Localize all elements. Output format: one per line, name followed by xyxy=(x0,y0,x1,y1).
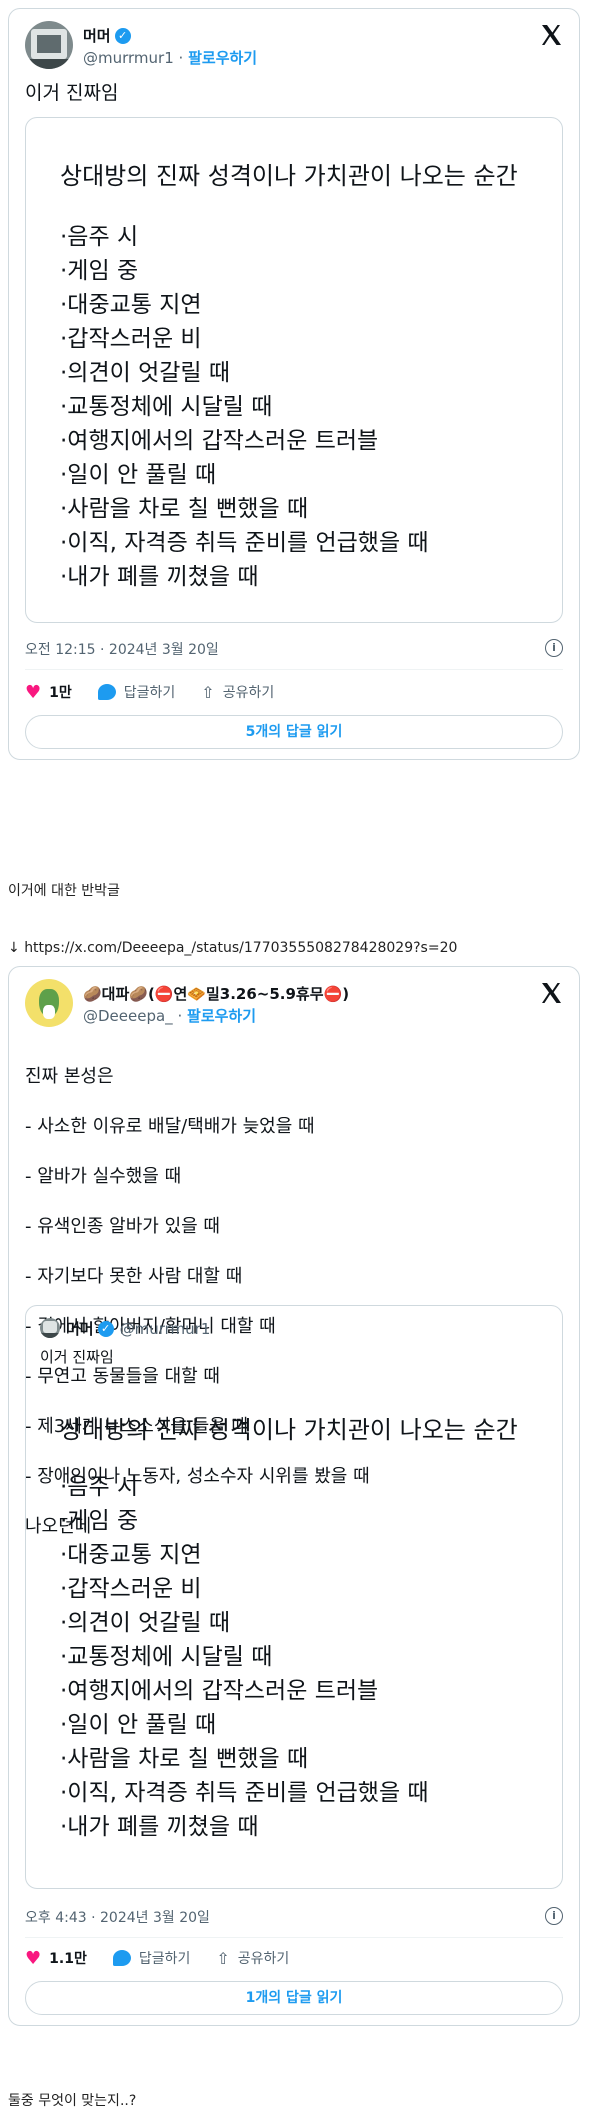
tweet-card-1: 머머 ✓ @murrmur1 · 팔로우하기 이거 진짜임 상대방의 진짜 성격… xyxy=(8,8,580,760)
down-arrow-icon: ↓ xyxy=(8,940,20,956)
author-handle-line: @Deeeepa_ · 팔로우하기 xyxy=(83,1007,257,1025)
quoted-text: 이거 진짜임 xyxy=(40,1348,114,1366)
reply-label: 답글하기 xyxy=(138,1951,191,1967)
image-list-item: ·일이 안 풀릴 때 xyxy=(60,1712,217,1738)
x-logo-icon[interactable] xyxy=(539,981,563,1005)
image-list-item: ·게임 중 xyxy=(60,258,139,284)
quoted-avatar xyxy=(40,1318,60,1338)
info-icon[interactable]: i xyxy=(545,639,563,657)
image-list-item: ·음주 시 xyxy=(60,1474,139,1500)
follow-button[interactable]: 팔로우하기 xyxy=(188,49,257,67)
image-list-item: ·이직, 자격증 취득 준비를 언급했을 때 xyxy=(60,530,429,556)
image-list: ·음주 시 ·게임 중 ·대중교통 지연 ·갑작스러운 비 ·의견이 엇갈릴 때… xyxy=(60,220,429,594)
image-list-item: ·사람을 차로 칠 뻔했을 때 xyxy=(60,1746,309,1772)
read-replies-button[interactable]: 1개의 답글 읽기 xyxy=(25,1981,563,2015)
tweet-text-line: 진짜 본성은 xyxy=(25,1066,114,1087)
caption-question: 둘중 무엇이 맞는지..? xyxy=(8,2093,137,2109)
reply-bubble-icon xyxy=(112,1950,131,1966)
author-name-line[interactable]: 🥔대파🥔(⛔연🧇밀3.26~5.9휴무⛔) xyxy=(83,983,349,1004)
image-list-item: ·교통정체에 시달릴 때 xyxy=(60,1644,273,1670)
image-list-item: ·일이 안 풀릴 때 xyxy=(60,462,217,488)
image-list-item: ·대중교통 지연 xyxy=(60,1542,202,1568)
image-list-item: ·내가 폐를 끼쳤을 때 xyxy=(60,564,259,590)
tweet-card-2: 🥔대파🥔(⛔연🧇밀3.26~5.9휴무⛔) @Deeeepa_ · 팔로우하기 … xyxy=(8,966,580,2026)
image-list-item: ·음주 시 xyxy=(60,224,139,250)
image-list: ·음주 시 ·게임 중 ·대중교통 지연 ·갑작스러운 비 ·의견이 엇갈릴 때… xyxy=(60,1470,429,1844)
share-button[interactable]: ⇧ 공유하기 xyxy=(216,1948,289,1968)
heart-icon: ♥ xyxy=(25,1947,42,1969)
divider xyxy=(25,669,563,670)
tweet-text-line: - 자기보다 못한 사람 대할 때 xyxy=(25,1266,243,1287)
read-replies-button[interactable]: 5개의 답글 읽기 xyxy=(25,715,563,749)
source-link-line: ↓ https://x.com/Deeeepa_/status/17703555… xyxy=(8,940,457,956)
author-handle[interactable]: @murrmur1 xyxy=(83,49,174,67)
tweet-text-line: - 사소한 이유로 배달/택배가 늦었을 때 xyxy=(25,1116,315,1137)
verified-badge-icon: ✓ xyxy=(114,27,131,44)
image-list-item: ·갑작스러운 비 xyxy=(60,326,202,352)
tweet-timestamp[interactable]: 오전 12:15 · 2024년 3월 20일 xyxy=(25,639,219,659)
tweet-text: 이거 진짜임 xyxy=(25,82,119,104)
quoted-author-handle: @murrmur1 xyxy=(119,1319,211,1338)
tweet-image[interactable]: 상대방의 진짜 성격이나 가치관이 나오는 순간 ·음주 시 ·게임 중 ·대중… xyxy=(25,117,563,623)
tweet-text-line: - 유색인종 알바가 있을 때 xyxy=(25,1216,220,1237)
share-button[interactable]: ⇧ 공유하기 xyxy=(201,682,274,702)
divider xyxy=(25,1937,563,1938)
tweet-header: 머머 ✓ @murrmur1 · 팔로우하기 xyxy=(25,21,563,73)
share-label: 공유하기 xyxy=(237,1951,290,1967)
image-list-item: ·갑작스러운 비 xyxy=(60,1576,202,1602)
avatar[interactable] xyxy=(25,21,73,69)
verified-badge-icon: ✓ xyxy=(97,1320,114,1337)
tweet-timestamp[interactable]: 오후 4:43 · 2024년 3월 20일 xyxy=(25,1907,210,1927)
tweet-actions: ♥ 1만 답글하기 ⇧ 공유하기 xyxy=(25,681,563,703)
author-handle[interactable]: @Deeeepa_ xyxy=(83,1007,173,1025)
image-list-item: ·대중교통 지연 xyxy=(60,292,202,318)
image-list-item: ·사람을 차로 칠 뻔했을 때 xyxy=(60,496,309,522)
author-name-line[interactable]: 머머 ✓ xyxy=(83,25,131,46)
image-list-item: ·게임 중 xyxy=(60,1508,139,1534)
avatar[interactable] xyxy=(25,979,73,1027)
caption-rebuttal: 이거에 대한 반박글 xyxy=(8,883,120,899)
reply-bubble-icon xyxy=(97,684,116,700)
quoted-author-name: 머머 xyxy=(66,1320,94,1338)
image-title: 상대방의 진짜 성격이나 가치관이 나오는 순간 xyxy=(60,1416,518,1444)
image-list-item: ·의견이 엇갈릴 때 xyxy=(60,1610,231,1636)
quoted-author-line: 머머 ✓ @murrmur1 xyxy=(66,1318,210,1339)
like-count: 1.1만 xyxy=(49,1951,87,1967)
share-icon: ⇧ xyxy=(201,682,215,702)
like-count: 1만 xyxy=(49,685,72,701)
like-button[interactable]: ♥ 1.1만 xyxy=(25,1948,87,1969)
heart-icon: ♥ xyxy=(25,681,42,703)
reply-button[interactable]: 답글하기 xyxy=(112,1948,191,1968)
image-list-item: ·여행지에서의 갑작스러운 트러블 xyxy=(60,428,379,454)
share-label: 공유하기 xyxy=(222,685,275,701)
follow-button[interactable]: 팔로우하기 xyxy=(187,1007,256,1025)
author-handle-line: @murrmur1 · 팔로우하기 xyxy=(83,49,258,67)
image-list-item: ·내가 폐를 끼쳤을 때 xyxy=(60,1814,259,1840)
x-logo-icon[interactable] xyxy=(539,23,563,47)
image-title: 상대방의 진짜 성격이나 가치관이 나오는 순간 xyxy=(60,162,518,190)
info-icon[interactable]: i xyxy=(545,1907,563,1925)
tweet-header: 🥔대파🥔(⛔연🧇밀3.26~5.9휴무⛔) @Deeeepa_ · 팔로우하기 xyxy=(25,979,563,1031)
image-list-item: ·이직, 자격증 취득 준비를 언급했을 때 xyxy=(60,1780,429,1806)
reply-button[interactable]: 답글하기 xyxy=(97,682,176,702)
reply-label: 답글하기 xyxy=(123,685,176,701)
tweet-text-line: - 알바가 실수했을 때 xyxy=(25,1166,182,1187)
author-name[interactable]: 🥔대파🥔(⛔연🧇밀3.26~5.9휴무⛔) xyxy=(83,983,349,1004)
source-link[interactable]: https://x.com/Deeeepa_/status/1770355508… xyxy=(24,940,457,956)
image-list-item: ·교통정체에 시달릴 때 xyxy=(60,394,273,420)
like-button[interactable]: ♥ 1만 xyxy=(25,682,72,703)
share-icon: ⇧ xyxy=(216,1948,230,1968)
image-list-item: ·여행지에서의 갑작스러운 트러블 xyxy=(60,1678,379,1704)
image-list-item: ·의견이 엇갈릴 때 xyxy=(60,360,231,386)
quoted-tweet[interactable]: 머머 ✓ @murrmur1 이거 진짜임 상대방의 진짜 성격이나 가치관이 … xyxy=(25,1305,563,1889)
tweet-actions: ♥ 1.1만 답글하기 ⇧ 공유하기 xyxy=(25,1947,563,1969)
author-name[interactable]: 머머 xyxy=(83,25,111,46)
